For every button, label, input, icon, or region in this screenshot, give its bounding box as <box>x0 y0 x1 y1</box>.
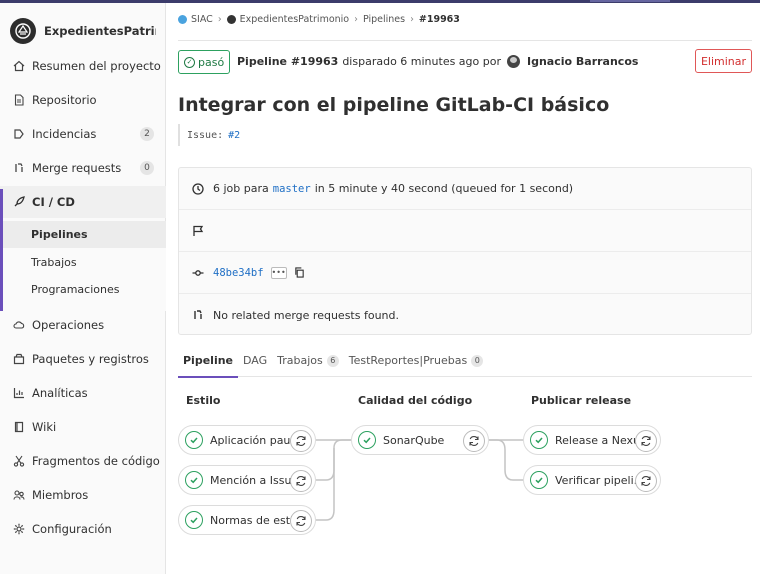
check-circle-icon <box>530 431 548 449</box>
retry-icon[interactable] <box>635 430 657 452</box>
job-name: Aplicación paut... <box>210 433 295 447</box>
job-name: SonarQube <box>383 433 445 447</box>
retry-icon[interactable] <box>463 430 485 452</box>
job-name: Mención a Issues <box>210 473 295 487</box>
check-circle-icon <box>185 511 203 529</box>
retry-icon[interactable] <box>635 470 657 492</box>
job-card[interactable]: Normas de estilo <box>178 505 316 535</box>
job-card[interactable]: Aplicación paut... <box>178 425 316 455</box>
stage-title-release: Publicar release <box>531 394 632 407</box>
stage-title-style: Estilo <box>186 394 221 407</box>
retry-icon[interactable] <box>290 510 312 532</box>
job-card[interactable]: Release a Nexus <box>523 425 661 455</box>
check-circle-icon <box>185 431 203 449</box>
job-card[interactable]: Verificar pipeli... <box>523 465 661 495</box>
check-circle-icon <box>185 471 203 489</box>
check-circle-icon <box>358 431 376 449</box>
job-name: Verificar pipeli... <box>555 473 640 487</box>
job-name: Normas de estilo <box>210 513 295 527</box>
check-circle-icon <box>530 471 548 489</box>
job-card[interactable]: Mención a Issues <box>178 465 316 495</box>
job-name: Release a Nexus <box>555 433 640 447</box>
retry-icon[interactable] <box>290 470 312 492</box>
retry-icon[interactable] <box>290 430 312 452</box>
stage-title-quality: Calidad del código <box>358 394 473 407</box>
job-card[interactable]: SonarQube <box>351 425 489 455</box>
